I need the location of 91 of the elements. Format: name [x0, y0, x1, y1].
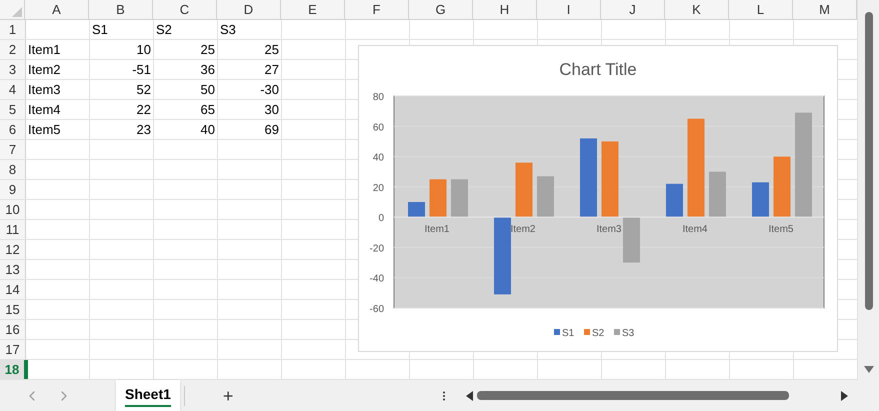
sheet-tab[interactable]: Sheet1	[116, 380, 180, 411]
table-cell: Item5	[28, 123, 61, 136]
axis-label: Item3	[596, 224, 622, 236]
scroll-thumb[interactable]	[477, 391, 790, 400]
axis-label: 80	[372, 92, 384, 103]
row-header[interactable]: 1	[0, 20, 26, 39]
table-cell: 10	[136, 43, 151, 56]
row-header[interactable]: 13	[0, 260, 26, 279]
column-header[interactable]: I	[537, 0, 601, 19]
table-cell: 50	[200, 83, 215, 96]
table-cell: 27	[264, 63, 279, 76]
table-cell: S3	[220, 23, 236, 36]
bar	[408, 202, 425, 218]
table-cell: 52	[136, 83, 151, 96]
legend-label: S3	[622, 328, 635, 339]
scroll-down-icon[interactable]	[864, 366, 874, 373]
column-header[interactable]: C	[153, 0, 217, 19]
table-cell: Item1	[28, 43, 61, 56]
row-header[interactable]: 5	[0, 100, 26, 119]
row-header[interactable]: 10	[0, 200, 26, 219]
row-header[interactable]: 3	[0, 60, 26, 79]
axis-label: 0	[378, 213, 384, 224]
row-header[interactable]: 15	[0, 300, 26, 319]
column-header[interactable]: E	[281, 0, 345, 19]
table-cell: 22	[136, 103, 151, 116]
column-header[interactable]: K	[665, 0, 729, 19]
row-header[interactable]: 14	[0, 280, 26, 299]
row-header[interactable]: 18	[0, 360, 26, 379]
axis-label: -40	[370, 274, 384, 285]
row-header[interactable]: 7	[0, 140, 26, 159]
axis-label: 20	[372, 182, 384, 194]
axis-label: -20	[370, 243, 384, 254]
table-cell: Item3	[28, 83, 61, 96]
axis-label: 60	[372, 122, 384, 134]
column-header[interactable]: F	[345, 0, 409, 19]
table-cell: 65	[200, 103, 215, 116]
row-header[interactable]: 6	[0, 120, 26, 139]
legend-label: S2	[592, 328, 605, 339]
table-cell: -30	[260, 83, 279, 96]
axis-label: Item2	[510, 224, 536, 236]
row-header[interactable]: 17	[0, 340, 26, 359]
table-cell: S2	[156, 23, 172, 36]
bar	[709, 172, 726, 218]
bar	[537, 176, 554, 218]
legend-item: S1	[554, 328, 574, 339]
bar	[623, 217, 640, 263]
table-cell: 69	[264, 123, 279, 136]
column-header[interactable]: J	[601, 0, 665, 19]
row-header[interactable]: 12	[0, 240, 26, 259]
add-sheet-button[interactable]: +	[222, 386, 234, 404]
scroll-right-icon[interactable]	[841, 390, 848, 400]
column-header[interactable]: H	[473, 0, 537, 19]
axis-label: Item5	[768, 224, 794, 236]
row-header[interactable]: 4	[0, 80, 26, 99]
bar	[430, 179, 446, 218]
table-cell: 25	[264, 43, 279, 56]
row-header[interactable]: 16	[0, 320, 26, 339]
table-cell: 25	[200, 43, 215, 56]
table-cell: Item4	[28, 103, 61, 116]
row-header[interactable]: 9	[0, 180, 26, 199]
column-header[interactable]: D	[217, 0, 281, 19]
bar	[451, 179, 468, 218]
bar	[774, 156, 790, 218]
column-header[interactable]: L	[729, 0, 793, 19]
legend-label: S1	[562, 328, 575, 339]
column-header[interactable]: A	[25, 0, 89, 19]
axis-label: 40	[372, 152, 384, 164]
table-cell: -51	[132, 63, 151, 76]
legend-item: S2	[584, 328, 604, 339]
scroll-thumb[interactable]	[865, 12, 873, 310]
bar	[516, 162, 532, 218]
table-cell: 40	[200, 123, 215, 136]
row-header[interactable]: 8	[0, 160, 26, 179]
vertical-scrollbar[interactable]	[857, 0, 879, 380]
row-header[interactable]: 2	[0, 40, 26, 59]
axis-label: Item4	[682, 224, 708, 236]
axis-label: Item1	[424, 224, 450, 236]
row-header[interactable]: 11	[0, 220, 26, 239]
table-cell: 23	[136, 123, 151, 136]
table-cell: Item2	[28, 63, 61, 76]
legend-item: S3	[614, 328, 634, 339]
table-cell: S1	[92, 23, 108, 36]
column-header[interactable]: G	[409, 0, 473, 19]
axis-label: -60	[370, 304, 384, 315]
scroll-left-icon[interactable]	[466, 390, 474, 400]
bar	[752, 182, 769, 218]
table-cell: 36	[200, 63, 215, 76]
column-header[interactable]: B	[89, 0, 153, 19]
bar	[666, 184, 683, 218]
table-cell: 30	[264, 103, 279, 116]
chart-title: Chart Title	[559, 60, 637, 79]
